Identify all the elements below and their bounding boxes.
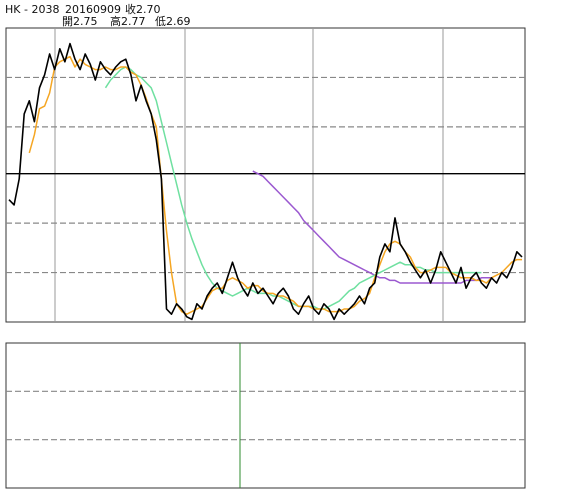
price-frame — [5, 27, 526, 323]
stock-chart — [5, 27, 526, 489]
volume-panel — [5, 342, 526, 489]
price-panel — [5, 27, 526, 323]
volume-frame — [5, 342, 526, 489]
